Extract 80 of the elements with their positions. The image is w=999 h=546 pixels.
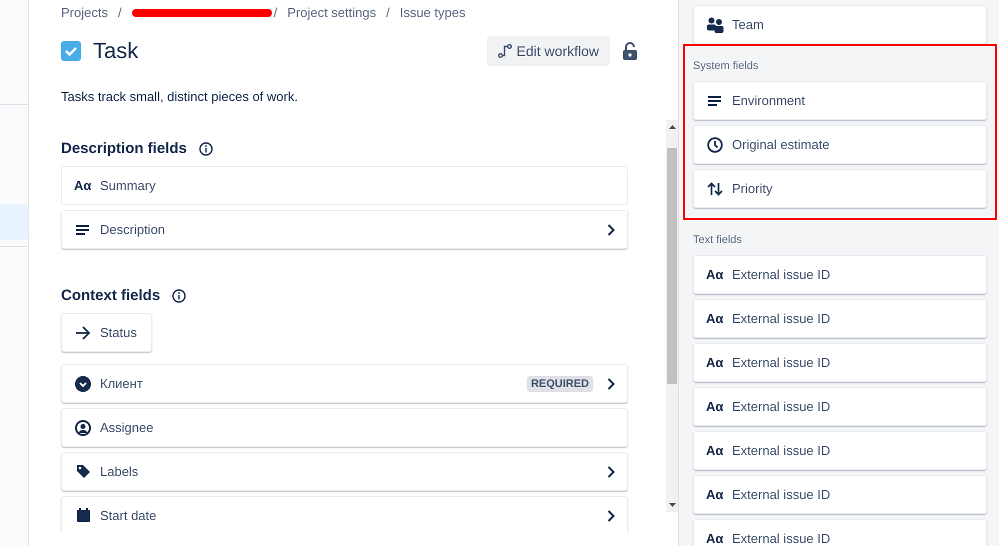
field-label: External issue ID (732, 443, 832, 458)
clock-icon (707, 136, 723, 152)
breadcrumb-separator: / (274, 5, 278, 20)
breadcrumb-link[interactable]: Projects (61, 5, 108, 20)
calendar-icon (76, 508, 90, 523)
text-field-icon: Aα (706, 311, 724, 326)
field-label: Description (100, 222, 166, 237)
breadcrumb-link[interactable]: Project settings (287, 5, 376, 20)
field-card[interactable]: Labels (61, 452, 628, 491)
chevron-right-icon (607, 510, 615, 522)
field-card[interactable]: Aα External issue ID (693, 255, 987, 294)
text-field-icon: Aα (706, 267, 724, 282)
field-card[interactable]: Environment (693, 81, 987, 120)
chevron-right-icon (607, 378, 615, 390)
field-card[interactable]: Description (61, 210, 628, 249)
checkbox-icon (61, 41, 81, 61)
field-card[interactable]: Aα External issue ID (693, 387, 987, 426)
issue-type-title: Task (93, 38, 140, 64)
field-card[interactable]: Start date (61, 496, 628, 532)
team-icon (706, 16, 724, 32)
field-label: External issue ID (732, 487, 832, 502)
text-field-icon: Aα (706, 355, 724, 370)
field-label: Environment (732, 93, 806, 108)
scroll-down-icon[interactable] (668, 503, 676, 507)
section-title: Description fields (61, 140, 187, 157)
field-card[interactable]: Aα External issue ID (693, 431, 987, 470)
chevron-right-icon (607, 466, 615, 478)
issue-type-description: Tasks track small, distinct pieces of work. (61, 89, 299, 104)
field-label: External issue ID (732, 267, 832, 282)
info-icon[interactable] (198, 142, 213, 156)
edit-workflow-button[interactable]: Edit workflow (486, 36, 610, 66)
field-card[interactable]: Aα External issue ID (693, 299, 987, 338)
field-card[interactable]: Original estimate (693, 125, 987, 164)
scrollbar[interactable] (666, 120, 678, 512)
chevron-right-icon (607, 224, 615, 236)
text-field-icon: Aα (706, 399, 724, 414)
field-card[interactable]: Team (693, 5, 987, 44)
tag-icon (76, 464, 90, 479)
text-field-icon: Aα (74, 178, 92, 193)
paragraph-icon (708, 94, 722, 106)
field-card[interactable]: Клиент REQUIRED (61, 364, 628, 403)
breadcrumb-separator: / (118, 5, 122, 20)
group-title: System fields (693, 60, 760, 73)
field-card[interactable]: Aα Summary (61, 166, 628, 205)
field-card[interactable]: Aα External issue ID (693, 343, 987, 382)
field-label: Status (100, 325, 137, 340)
field-label: External issue ID (732, 531, 832, 546)
field-label: Labels (100, 464, 140, 479)
field-label: Summary (100, 178, 157, 193)
field-card[interactable]: Aα External issue ID (693, 519, 987, 546)
field-label: Start date (100, 508, 158, 523)
group-title: Text fields (693, 234, 743, 247)
field-label: Клиент (100, 376, 144, 391)
user-icon (75, 420, 91, 436)
breadcrumb-link[interactable]: Issue types (400, 5, 466, 20)
field-label: Original estimate (732, 137, 831, 152)
sort-arrows-icon (707, 182, 723, 196)
field-label: Priority (732, 181, 774, 196)
unlocked-padlock-icon[interactable] (622, 42, 638, 60)
required-badge: REQUIRED (526, 376, 593, 392)
field-card[interactable]: Assignee (61, 408, 628, 447)
field-label: External issue ID (732, 311, 832, 326)
field-card[interactable]: Priority (693, 169, 987, 208)
field-label: Assignee (100, 420, 154, 435)
field-label: Team (732, 17, 765, 32)
workflow-icon (498, 44, 512, 58)
paragraph-icon (76, 224, 90, 236)
text-field-icon: Aα (706, 531, 724, 546)
field-card[interactable]: Status (61, 313, 152, 352)
chevron-circle-icon (75, 376, 91, 392)
scroll-up-icon[interactable] (668, 125, 676, 129)
field-label: External issue ID (732, 355, 832, 370)
text-field-icon: Aα (706, 487, 724, 502)
field-label: External issue ID (732, 399, 832, 414)
info-icon[interactable] (172, 288, 186, 302)
section-title: Context fields (61, 287, 160, 304)
text-field-icon: Aα (706, 443, 724, 458)
arrow-right-icon (75, 326, 91, 340)
breadcrumb-separator: / (386, 5, 390, 20)
field-card[interactable]: Aα External issue ID (693, 475, 987, 514)
